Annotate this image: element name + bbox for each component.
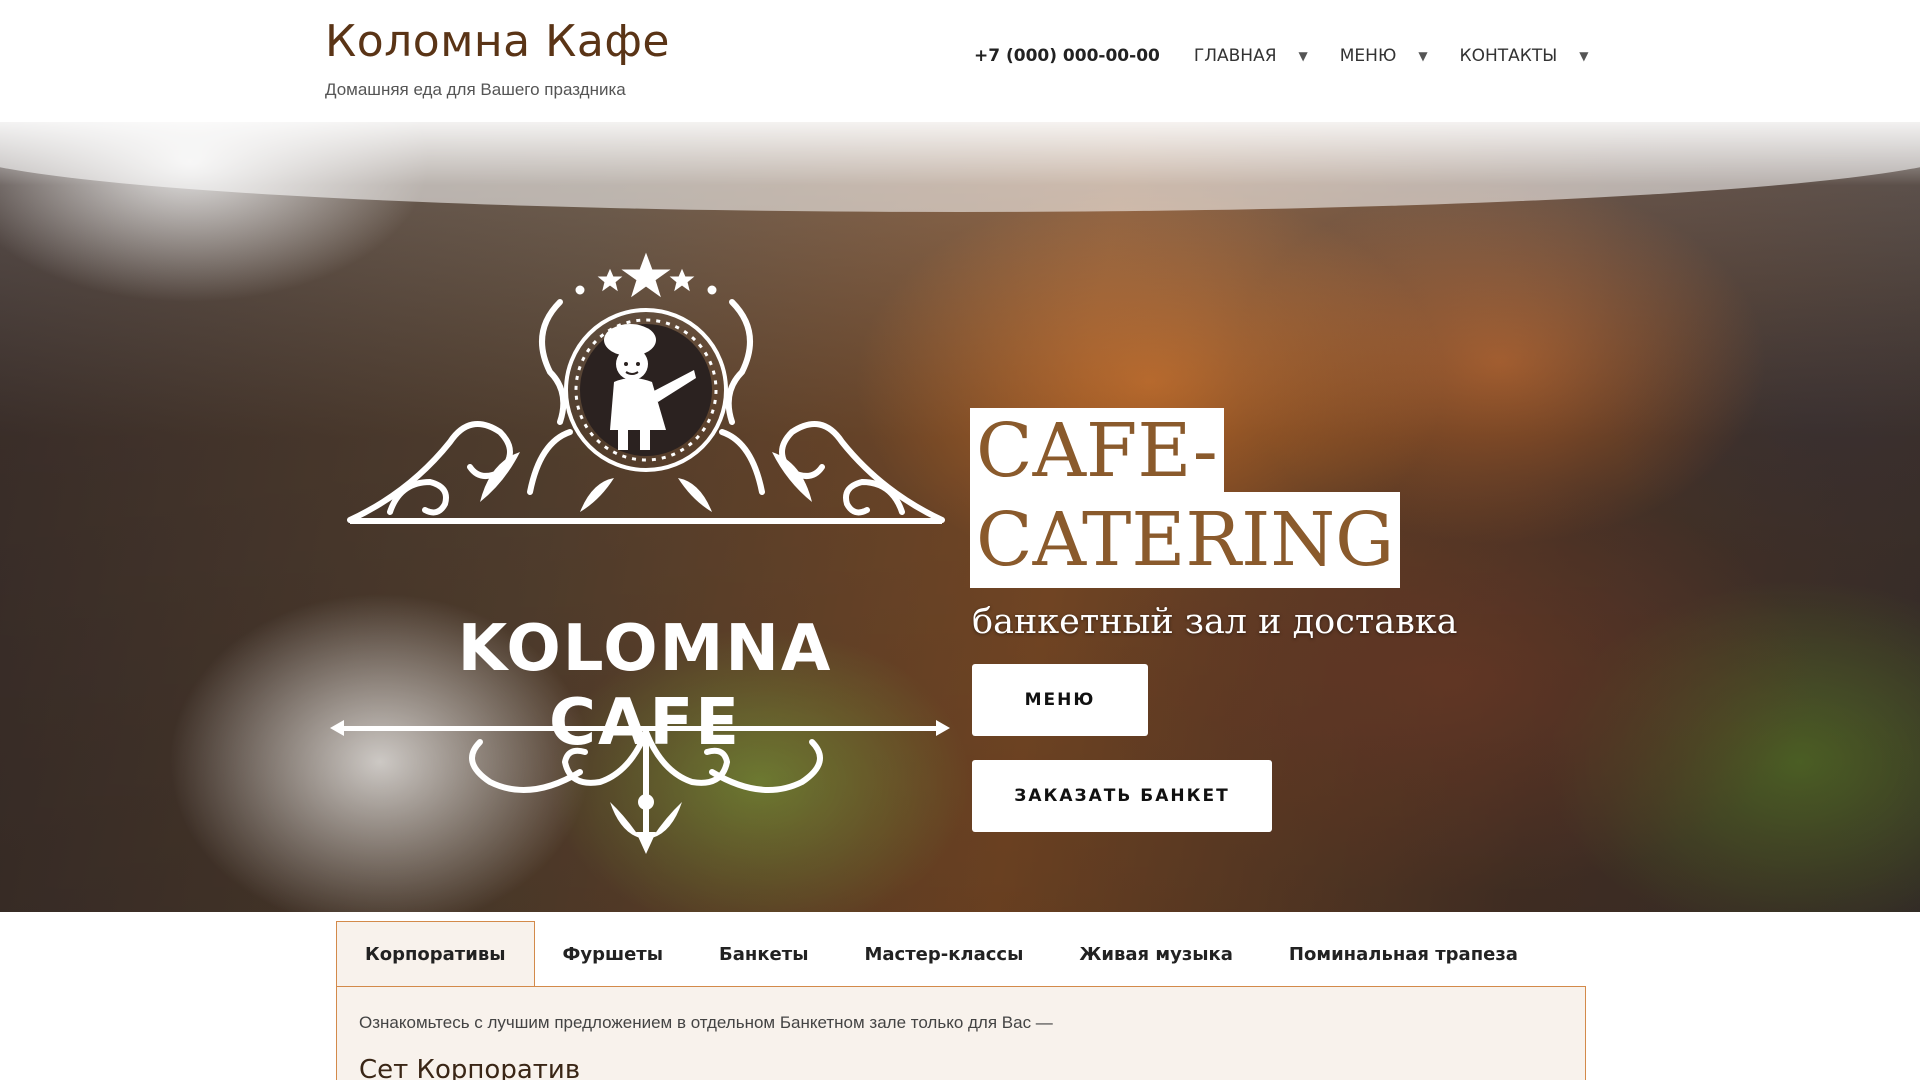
- hero-banner: KOLOMNA CAFE CAFE- CATERING банкетный за…: [0, 122, 1920, 912]
- nav-item-label: ГЛАВНАЯ: [1193, 46, 1277, 66]
- nav-item-label: КОНТАКТЫ: [1459, 46, 1558, 66]
- panel-heading: Сет Корпоратив: [359, 1055, 581, 1080]
- panel-description: Ознакомьтесь с лучшим предложением в отд…: [359, 1013, 1053, 1032]
- tab-banquets[interactable]: Банкеты: [691, 922, 836, 986]
- nav-item-label: МЕНЮ: [1339, 46, 1397, 66]
- star-icon: [621, 252, 671, 298]
- logo-ornament-icon: [330, 252, 950, 854]
- site-title[interactable]: Коломна Кафе: [325, 16, 670, 67]
- tab-memorial-meal[interactable]: Поминальная трапеза: [1261, 922, 1546, 986]
- tab-corporate[interactable]: Корпоративы: [336, 921, 535, 987]
- tab-panel-corporate: Ознакомьтесь с лучшим предложением в отд…: [336, 986, 1586, 1080]
- logo-wordmark: KOLOMNA CAFE: [457, 612, 833, 760]
- main-nav: +7 (000) 000-00-00 ГЛАВНАЯ ▼ МЕНЮ ▼ КОНТ…: [974, 46, 1588, 66]
- hero-headline-line1: CAFE-: [970, 408, 1224, 494]
- nav-item-home[interactable]: ГЛАВНАЯ ▼: [1194, 46, 1340, 66]
- chevron-down-icon[interactable]: ▼: [1579, 49, 1588, 63]
- tab-live-music[interactable]: Живая музыка: [1051, 922, 1261, 986]
- site-header: Коломна Кафе Домашняя еда для Вашего пра…: [0, 0, 1920, 122]
- order-banquet-button[interactable]: ЗАКАЗАТЬ БАНКЕТ: [972, 760, 1272, 832]
- hero-overlay: [0, 122, 1920, 912]
- services-tabs: Корпоративы Фуршеты Банкеты Мастер-класс…: [336, 921, 1546, 987]
- hero-subtitle: банкетный зал и доставка: [972, 602, 1458, 642]
- nav-item-menu[interactable]: МЕНЮ ▼: [1340, 46, 1460, 66]
- hero-headline-line2: CATERING: [970, 492, 1401, 588]
- star-icon: [597, 268, 623, 292]
- tab-buffets[interactable]: Фуршеты: [535, 922, 692, 986]
- chevron-down-icon[interactable]: ▼: [1418, 49, 1427, 63]
- site-tagline: Домашняя еда для Вашего праздника: [325, 80, 626, 99]
- cafe-logo: KOLOMNA CAFE: [330, 242, 950, 882]
- nav-item-contacts[interactable]: КОНТАКТЫ ▼: [1460, 46, 1589, 66]
- star-icon: [669, 268, 695, 292]
- menu-button[interactable]: МЕНЮ: [972, 664, 1148, 736]
- chevron-down-icon[interactable]: ▼: [1299, 49, 1308, 63]
- phone-number[interactable]: +7 (000) 000-00-00: [974, 46, 1160, 66]
- tab-master-classes[interactable]: Мастер-классы: [836, 922, 1051, 986]
